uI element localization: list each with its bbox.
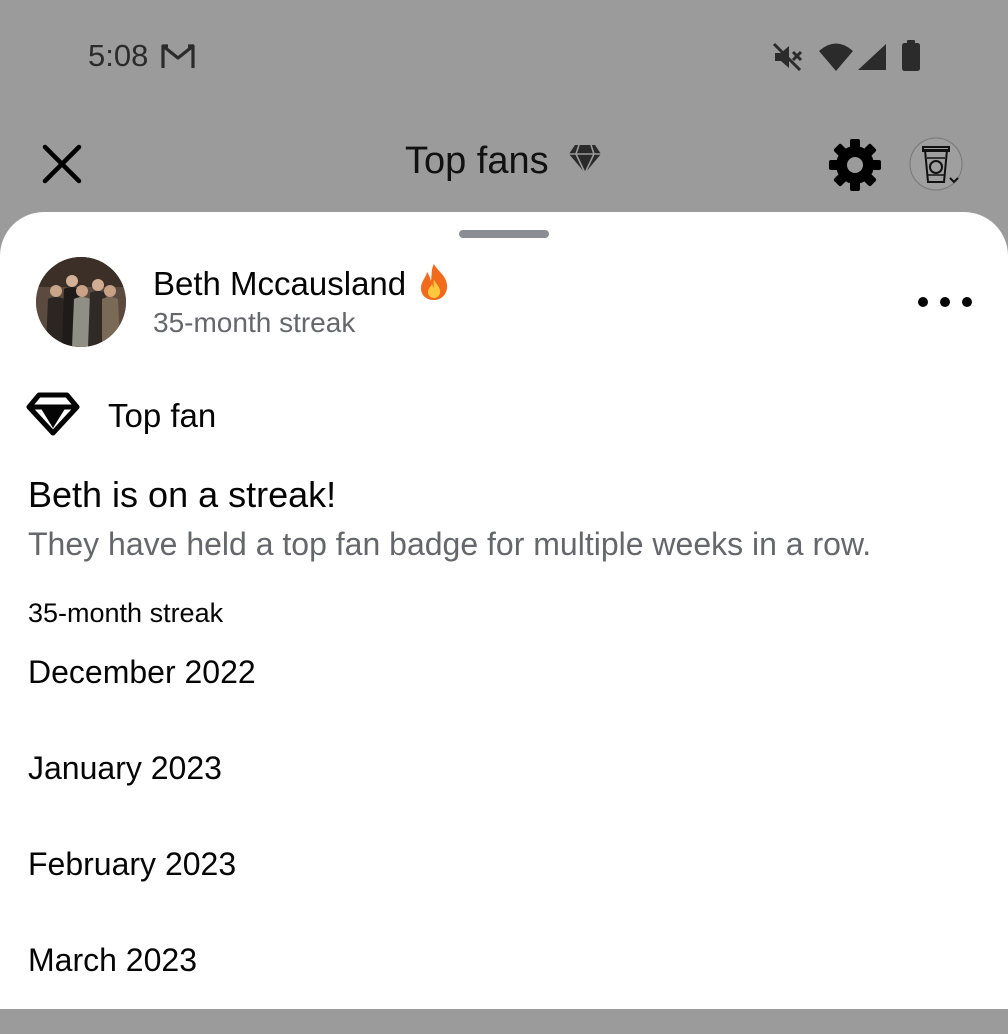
top-bar: Top fans xyxy=(0,110,1008,210)
fire-icon xyxy=(418,263,450,306)
profile-icon[interactable] xyxy=(908,136,966,199)
more-dot xyxy=(962,297,972,307)
top-fan-sheet: Beth Mccausland 35-month streak Top fan … xyxy=(0,212,1008,1009)
streak-label: 35-month streak xyxy=(28,598,224,628)
badge-row: Top fan xyxy=(26,392,216,440)
gear-icon[interactable] xyxy=(826,136,884,199)
wifi-icon xyxy=(818,42,854,77)
user-name[interactable]: Beth Mccausland xyxy=(153,265,406,303)
page-title: Top fans xyxy=(404,140,549,182)
streak-heading: Beth is on a streak! xyxy=(28,474,337,515)
diamond-icon xyxy=(567,143,603,180)
status-bar: 5:08 xyxy=(0,0,1008,110)
months-list: December 2022 January 2023 February 2023… xyxy=(28,650,256,1034)
month-item: March 2023 xyxy=(28,942,197,978)
badge-label: Top fan xyxy=(108,397,217,434)
signal-icon xyxy=(856,42,888,77)
month-item: February 2023 xyxy=(28,846,237,882)
user-streak: 35-month streak xyxy=(153,307,356,338)
avatar[interactable] xyxy=(36,257,126,347)
month-item: December 2022 xyxy=(28,654,256,690)
drag-handle[interactable] xyxy=(459,230,549,238)
gmail-icon xyxy=(160,42,196,75)
diamond-icon xyxy=(26,392,80,441)
more-dot xyxy=(940,297,950,307)
month-item: January 2023 xyxy=(28,750,222,786)
more-options-button[interactable] xyxy=(918,290,972,314)
streak-description: They have held a top fan badge for multi… xyxy=(28,526,872,562)
more-dot xyxy=(918,297,928,307)
battery-icon xyxy=(900,40,922,77)
status-time: 5:08 xyxy=(88,38,149,73)
mute-icon xyxy=(770,40,804,79)
user-name-row: Beth Mccausland xyxy=(153,262,450,306)
